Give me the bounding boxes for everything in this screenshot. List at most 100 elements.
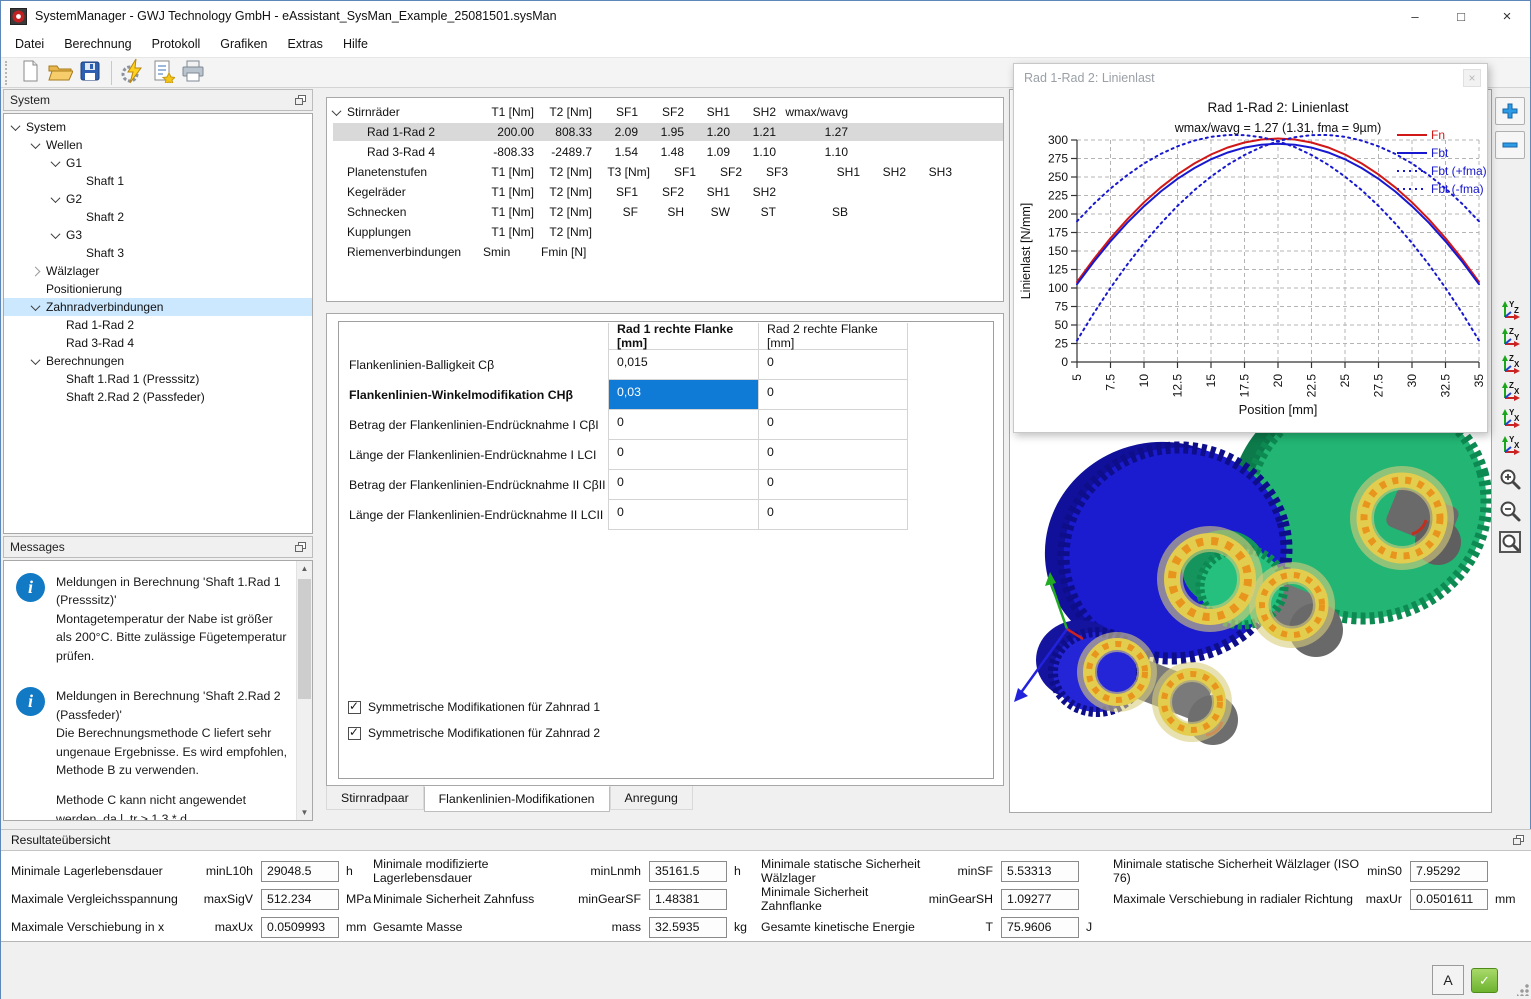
tree-item-shaft-2[interactable]: Shaft 2 [4, 208, 312, 226]
tree-item-g3[interactable]: G3 [4, 226, 312, 244]
overview-cell[interactable]: T1 [Nm] [479, 185, 537, 199]
minimize-button[interactable]: – [1392, 1, 1438, 31]
plus-button[interactable] [1495, 97, 1525, 125]
overview-row-stirnr-der[interactable]: Stirnräder T1 [Nm] T2 [Nm] SF1 SF2 SH1 SH2 wmax… [331, 103, 1003, 121]
overview-cell[interactable]: SF2 [641, 105, 687, 119]
tree-item-g1[interactable]: G1 [4, 154, 312, 172]
float-panel-icon[interactable] [295, 542, 306, 552]
tree-item-positionierung[interactable]: Positionierung [4, 280, 312, 298]
overview-cell[interactable]: 1.48 [641, 145, 687, 159]
overview-cell[interactable]: 808.33 [537, 125, 595, 139]
view-yx-icon[interactable]: YX [1497, 406, 1523, 432]
chart-window-header[interactable]: Rad 1-Rad 2: Linienlast × [1014, 64, 1487, 92]
result-value-field[interactable]: 35161.5 [649, 860, 727, 882]
scroll-up-icon[interactable]: ▲ [297, 561, 312, 576]
result-value-field[interactable]: 5.53313 [1001, 860, 1079, 882]
overview-cell[interactable]: T2 [Nm] [537, 225, 595, 239]
close-button[interactable]: × [1484, 1, 1530, 31]
open-file-button[interactable] [45, 59, 75, 87]
overview-cell[interactable]: -2489.7 [537, 145, 595, 159]
zoom-out-icon[interactable] [1497, 499, 1523, 525]
menu-item-hilfe[interactable]: Hilfe [333, 31, 378, 57]
overview-row-schnecken[interactable]: Schnecken T1 [Nm] T2 [Nm] SF SH SW ST SB [333, 203, 1003, 221]
tab-stirnradpaar[interactable]: Stirnradpaar [326, 786, 424, 810]
float-panel-icon[interactable] [1513, 835, 1524, 845]
annotation-button[interactable]: A [1432, 965, 1464, 995]
result-value-field[interactable]: 75.9606 [1001, 916, 1079, 938]
result-value-field[interactable]: 7.95292 [1410, 860, 1488, 882]
overview-cell[interactable]: SH3 [909, 165, 955, 179]
chevron-down-icon[interactable] [30, 138, 41, 149]
view-zx-icon[interactable]: ZX [1497, 379, 1523, 405]
overview-row-kegelr-der[interactable]: Kegelräder T1 [Nm] T2 [Nm] SF1 SF2 SH1 SH2 [333, 183, 1003, 201]
overview-cell[interactable]: Fmin [N] [537, 245, 595, 259]
view-yz-icon[interactable]: YZ [1497, 298, 1523, 324]
result-value-field[interactable]: 512.234 [261, 888, 339, 910]
overview-cell[interactable]: T3 [Nm] [595, 165, 653, 179]
overview-cell[interactable]: -808.33 [479, 145, 537, 159]
overview-cell[interactable]: 1.10 [733, 145, 779, 159]
modification-value-cell[interactable]: 0 [608, 410, 758, 440]
overview-cell[interactable]: SF3 [745, 165, 791, 179]
overview-cell[interactable]: SW [687, 205, 733, 219]
modification-value-cell[interactable]: 0,015 [608, 350, 758, 380]
overview-cell[interactable]: T1 [Nm] [479, 165, 537, 179]
menu-item-datei[interactable]: Datei [5, 31, 54, 57]
result-value-field[interactable]: 0.0501611 [1410, 888, 1488, 910]
tree-item-wellen[interactable]: Wellen [4, 136, 312, 154]
overview-cell[interactable]: Smin [479, 245, 537, 259]
chevron-down-icon[interactable] [50, 228, 61, 239]
view-zy-icon[interactable]: ZY [1497, 325, 1523, 351]
zoom-in-icon[interactable] [1497, 467, 1523, 493]
tree-item-shaft-2-rad-2-passfeder[interactable]: Shaft 2.Rad 2 (Passfeder) [4, 388, 312, 406]
modification-value-cell[interactable]: 0 [758, 470, 908, 500]
modification-value-cell[interactable]: 0 [758, 410, 908, 440]
overview-cell[interactable]: 1.27 [779, 125, 851, 139]
menu-item-berechnung[interactable]: Berechnung [54, 31, 141, 57]
tab-anregung[interactable]: Anregung [609, 786, 693, 810]
overview-cell[interactable]: SH2 [863, 165, 909, 179]
overview-cell[interactable]: SF2 [641, 185, 687, 199]
overview-cell[interactable]: T1 [Nm] [479, 205, 537, 219]
chevron-down-icon[interactable] [50, 192, 61, 203]
tree-item-rad-3-rad-4[interactable]: Rad 3-Rad 4 [4, 334, 312, 352]
messages-scrollbar[interactable]: ▲ ▼ [296, 561, 312, 820]
float-panel-icon[interactable] [295, 95, 306, 105]
overview-cell[interactable]: SH1 [687, 105, 733, 119]
overview-cell[interactable]: 1.09 [687, 145, 733, 159]
result-value-field[interactable]: 1.48381 [649, 888, 727, 910]
overview-cell[interactable]: 1.95 [641, 125, 687, 139]
overview-cell[interactable]: 1.21 [733, 125, 779, 139]
overview-cell[interactable]: 1.54 [595, 145, 641, 159]
view-yx-icon[interactable]: YX [1497, 433, 1523, 459]
overview-cell[interactable]: SH [641, 205, 687, 219]
menu-item-grafiken[interactable]: Grafiken [210, 31, 277, 57]
confirm-button[interactable]: ✓ [1471, 968, 1498, 993]
tree-item-zahnradverbindungen[interactable]: Zahnradverbindungen [4, 298, 312, 316]
scroll-thumb[interactable] [298, 579, 311, 699]
view-zx-icon[interactable]: ZX [1497, 352, 1523, 378]
modification-value-cell[interactable]: 0 [758, 350, 908, 380]
close-icon[interactable]: × [1463, 69, 1481, 87]
overview-cell[interactable]: 1.10 [779, 145, 851, 159]
new-file-button[interactable] [15, 59, 45, 87]
print-button[interactable] [178, 59, 208, 87]
menu-item-extras[interactable]: Extras [278, 31, 333, 57]
overview-cell[interactable]: T2 [Nm] [537, 165, 595, 179]
toolbar-grip[interactable] [5, 60, 10, 85]
tree-item-berechnungen[interactable]: Berechnungen [4, 352, 312, 370]
overview-row-kupplungen[interactable]: Kupplungen T1 [Nm] T2 [Nm] [333, 223, 1003, 241]
overview-row-rad-1-rad-2[interactable]: Rad 1-Rad 2 200.00 808.33 2.09 1.95 1.20 1.21 1… [333, 123, 1003, 141]
overview-cell[interactable]: SF2 [699, 165, 745, 179]
overview-cell[interactable]: SB [779, 205, 851, 219]
modification-value-cell[interactable]: 0 [608, 440, 758, 470]
maximize-button[interactable]: □ [1438, 1, 1484, 31]
result-value-field[interactable]: 0.0509993 [261, 916, 339, 938]
checkbox-box[interactable]: ✓ [348, 699, 361, 714]
calculate-button[interactable] [118, 58, 148, 87]
result-value-field[interactable]: 32.5935 [649, 916, 727, 938]
chevron-down-icon[interactable] [10, 120, 21, 131]
overview-row-rad-3-rad-4[interactable]: Rad 3-Rad 4 -808.33 -2489.7 1.54 1.48 1.09 1.1… [333, 143, 1003, 161]
report-button[interactable] [148, 59, 178, 87]
modification-value-cell[interactable]: 0 [608, 500, 758, 530]
